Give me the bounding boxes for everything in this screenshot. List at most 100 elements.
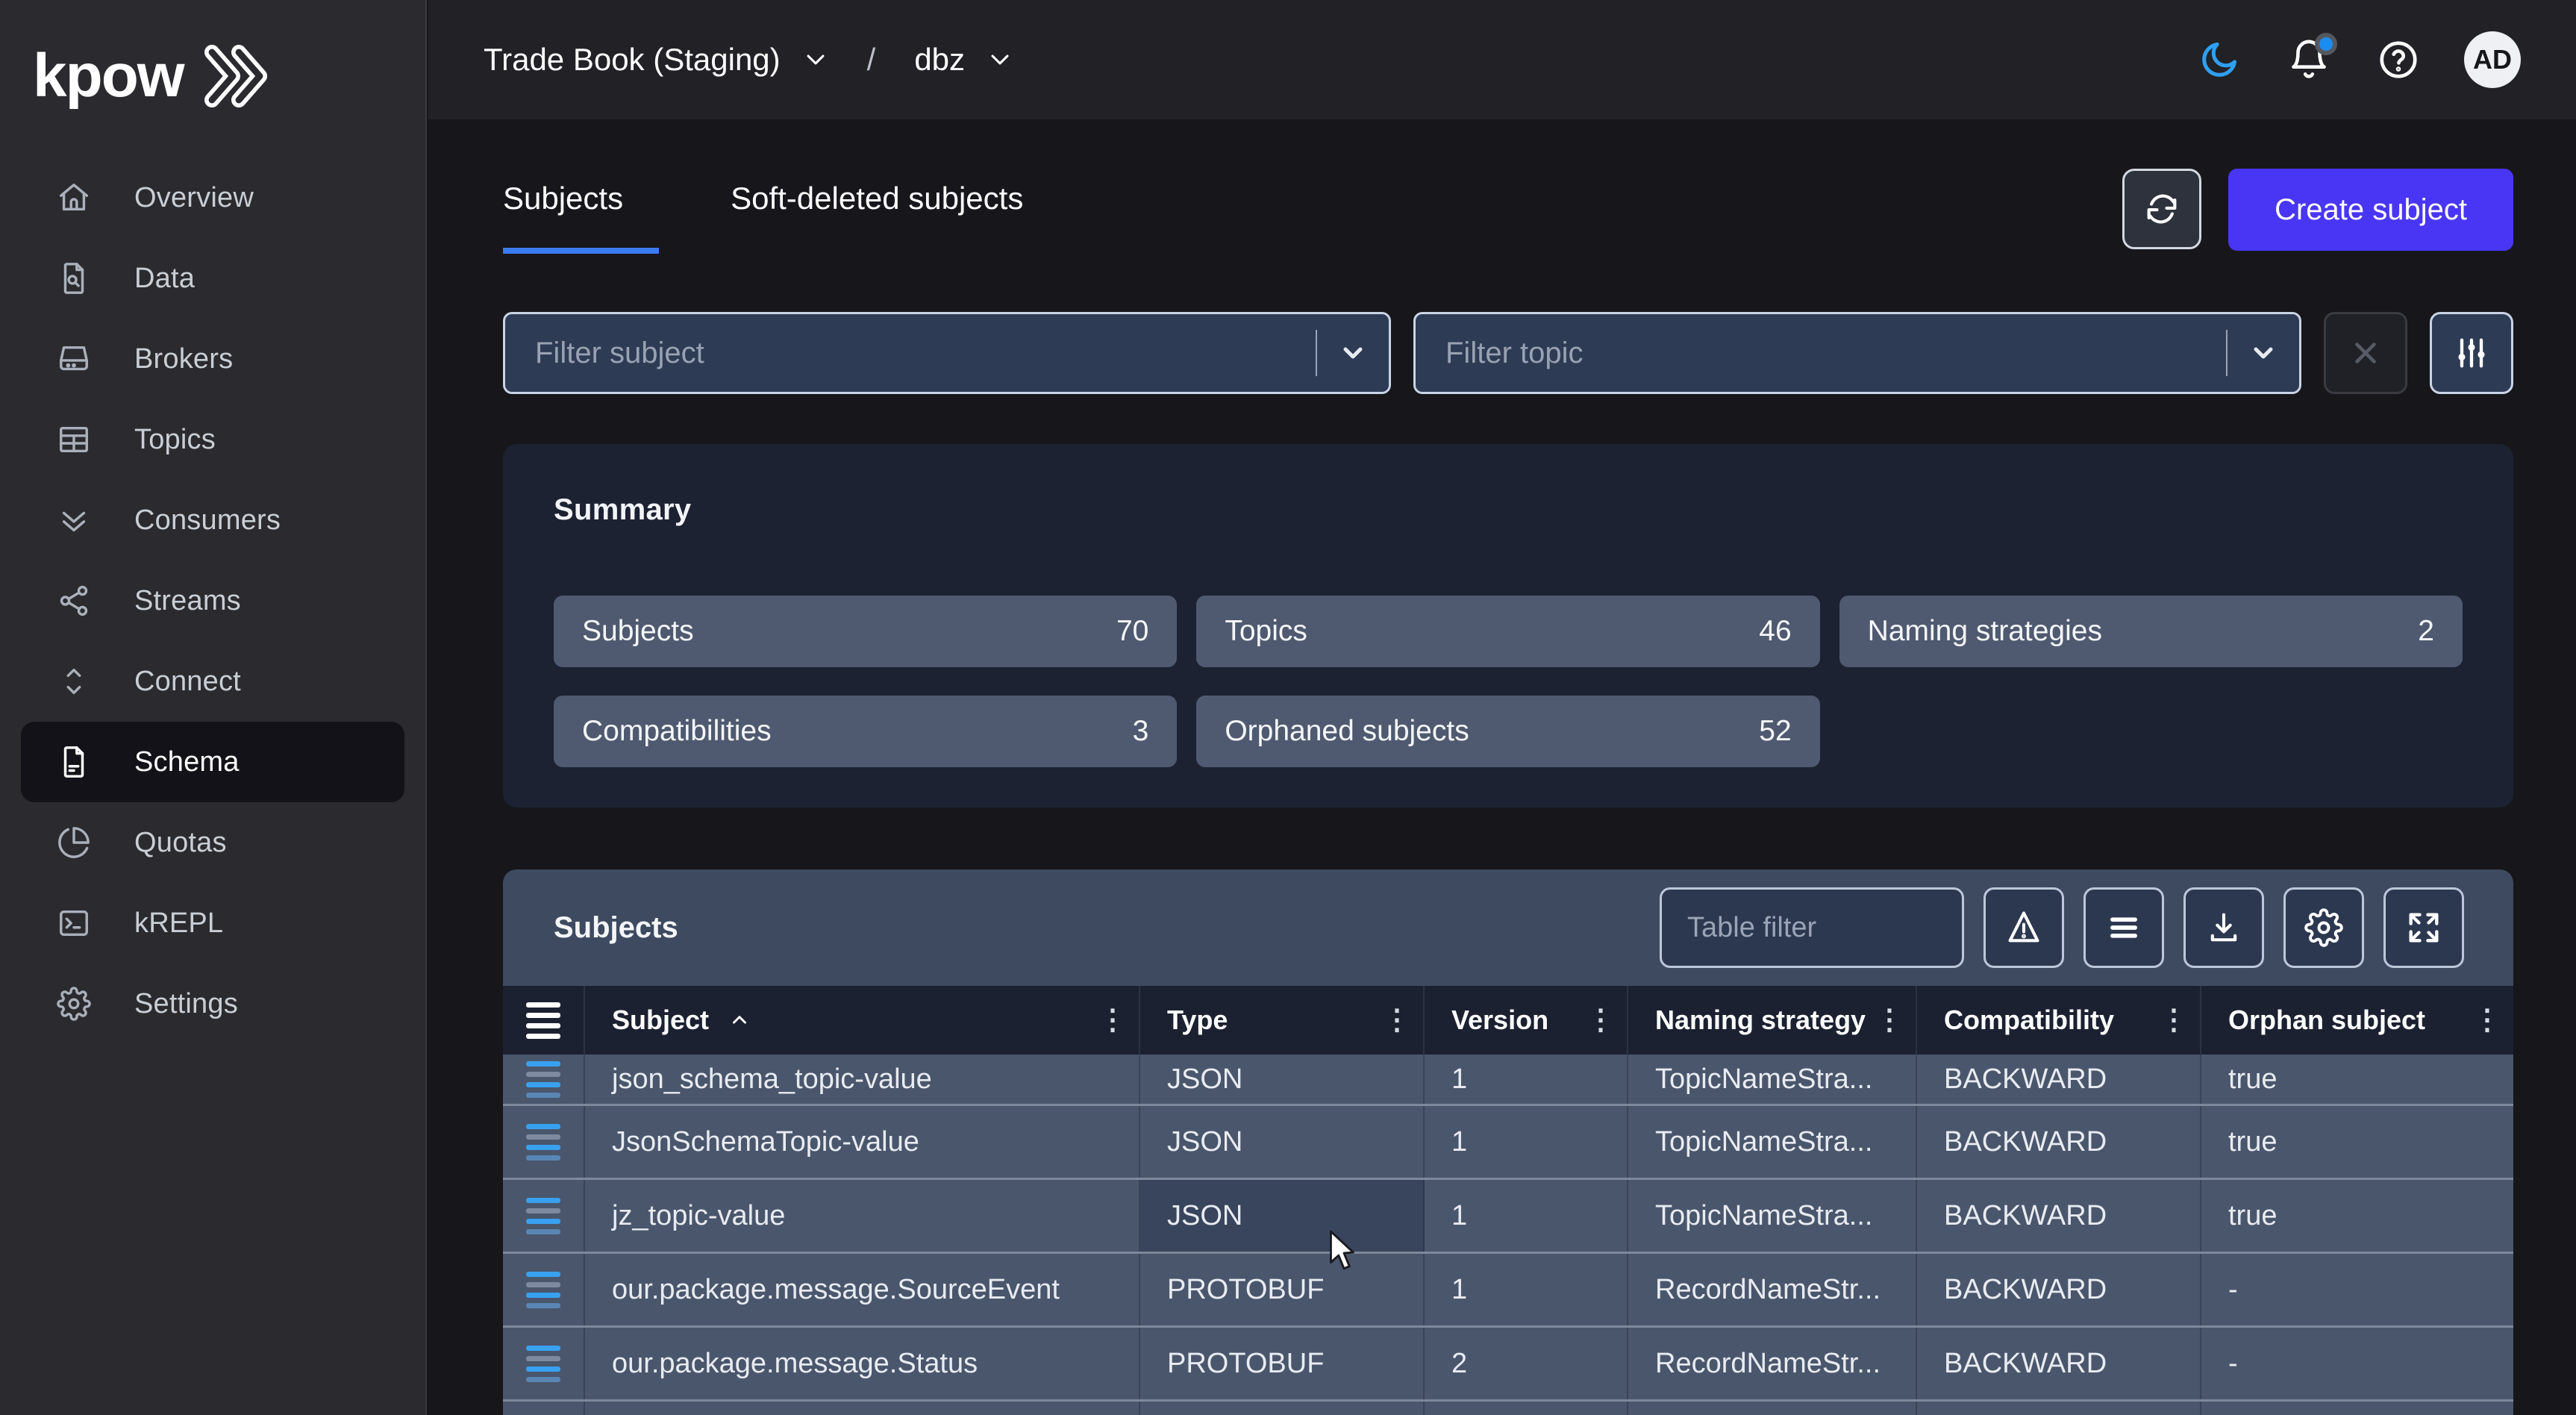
- cluster-selector[interactable]: dbz: [914, 42, 1013, 78]
- row-drag-handle[interactable]: [503, 1328, 585, 1399]
- kpow-logo[interactable]: kpow: [0, 0, 425, 113]
- column-menu-icon[interactable]: ⋮: [2473, 1006, 2501, 1034]
- hard-drive-icon: [57, 342, 91, 376]
- column-label: Compatibility: [1944, 1005, 2114, 1036]
- notifications-button[interactable]: [2285, 36, 2333, 84]
- table-row[interactable]: jz_topic-value JSON 1 TopicNameStra... B…: [503, 1180, 2513, 1254]
- table-body: json_schema_topic-value JSON 1 TopicName…: [503, 1055, 2513, 1415]
- sidebar-item-krepl[interactable]: kREPL: [21, 883, 404, 963]
- environment-selector[interactable]: Trade Book (Staging): [484, 42, 828, 78]
- cell-version: 1: [1425, 1180, 1628, 1252]
- topbar-actions: AD: [2195, 31, 2521, 88]
- table-columns-button[interactable]: [2083, 887, 2164, 968]
- sidebar-item-quotas[interactable]: Quotas: [21, 802, 404, 883]
- sidebar-item-consumers[interactable]: Consumers: [21, 480, 404, 560]
- sidebar-item-data[interactable]: Data: [21, 238, 404, 319]
- table-download-button[interactable]: [2183, 887, 2264, 968]
- column-header-naming-strategy[interactable]: Naming strategy ⋮: [1628, 986, 1917, 1055]
- row-drag-handle[interactable]: [503, 1254, 585, 1325]
- filter-topic-dropdown[interactable]: [2228, 338, 2299, 368]
- table-row[interactable]: our.package.message.Status PROTOBUF 2 Re…: [503, 1328, 2513, 1402]
- sidebar-item-settings[interactable]: Settings: [21, 963, 404, 1044]
- cell-orphan-subject: [2201, 1402, 2513, 1415]
- tab-subjects[interactable]: Subjects: [503, 169, 659, 254]
- sidebar-item-brokers[interactable]: Brokers: [21, 319, 404, 399]
- filter-subject-input[interactable]: [505, 314, 1316, 392]
- clear-filters-button[interactable]: [2324, 312, 2407, 394]
- avatar[interactable]: AD: [2464, 31, 2521, 88]
- filter-topic-input[interactable]: [1416, 314, 2226, 392]
- sidebar-item-streams[interactable]: Streams: [21, 560, 404, 641]
- notification-badge: [2315, 33, 2337, 55]
- grip-icon: [526, 1346, 560, 1382]
- sidebar-item-label: Connect: [134, 666, 241, 698]
- column-header-orphan-subject[interactable]: Orphan subject ⋮: [2201, 986, 2513, 1055]
- cell-orphan-subject: true: [2201, 1055, 2513, 1104]
- column-menu-icon[interactable]: ⋮: [1875, 1006, 1904, 1034]
- double-chevron-down-icon: [57, 503, 91, 537]
- cell-naming-strategy: RecordNameStr...: [1628, 1328, 1917, 1399]
- cell-compatibility: BACKWARD: [1917, 1055, 2201, 1104]
- row-drag-handle[interactable]: [503, 1055, 585, 1104]
- column-menu-icon[interactable]: ⋮: [1098, 1006, 1127, 1034]
- refresh-button[interactable]: [2122, 169, 2201, 249]
- sidebar-item-connect[interactable]: Connect: [21, 641, 404, 722]
- cluster-name: dbz: [914, 42, 965, 78]
- warning-icon: [2004, 908, 2043, 947]
- table-row[interactable]: our.package.message.SourceEvent PROTOBUF…: [503, 1254, 2513, 1328]
- tabs: Subjects Soft-deleted subjects: [503, 169, 1026, 254]
- stat-subjects: Subjects 70: [554, 596, 1177, 667]
- cell-orphan-subject: -: [2201, 1328, 2513, 1399]
- tab-soft-deleted-subjects[interactable]: Soft-deleted subjects: [731, 169, 1026, 254]
- column-header-subject[interactable]: Subject ⋮: [585, 986, 1140, 1055]
- column-menu-icon[interactable]: ⋮: [1586, 1006, 1615, 1034]
- grip-icon: [526, 1061, 560, 1098]
- cell-naming-strategy: [1628, 1402, 1917, 1415]
- dark-mode-toggle[interactable]: [2195, 36, 2243, 84]
- advanced-filters-button[interactable]: [2430, 312, 2513, 394]
- column-header-compatibility[interactable]: Compatibility ⋮: [1917, 986, 2201, 1055]
- table-filter-input[interactable]: [1660, 887, 1964, 968]
- chevron-down-icon: [803, 47, 828, 72]
- table-settings-button[interactable]: [2283, 887, 2364, 968]
- cell-compatibility: BACKWARD: [1917, 1328, 2201, 1399]
- row-drag-handle[interactable]: [503, 1106, 585, 1178]
- sidebar-item-overview[interactable]: Overview: [21, 157, 404, 238]
- table-drag-column-header[interactable]: [503, 986, 585, 1055]
- home-icon: [57, 181, 91, 215]
- sidebar-item-schema[interactable]: Schema: [21, 722, 404, 802]
- filter-subject-dropdown[interactable]: [1317, 338, 1389, 368]
- help-button[interactable]: [2375, 36, 2422, 84]
- chevron-down-icon: [1338, 338, 1368, 368]
- cell-naming-strategy: TopicNameStra...: [1628, 1055, 1917, 1104]
- grip-icon: [526, 1198, 560, 1234]
- create-subject-button[interactable]: Create subject: [2228, 169, 2513, 251]
- refresh-icon: [2142, 190, 2181, 228]
- table-warnings-button[interactable]: [1983, 887, 2064, 968]
- table-row-partial[interactable]: [503, 1402, 2513, 1415]
- column-menu-icon[interactable]: ⋮: [1383, 1006, 1411, 1034]
- cell-type: PROTOBUF: [1140, 1254, 1425, 1325]
- cell-naming-strategy: RecordNameStr...: [1628, 1254, 1917, 1325]
- column-header-version[interactable]: Version ⋮: [1425, 986, 1628, 1055]
- table-row[interactable]: json_schema_topic-value JSON 1 TopicName…: [503, 1055, 2513, 1106]
- grip-icon: [526, 1272, 560, 1308]
- table-fullscreen-button[interactable]: [2383, 887, 2464, 968]
- terminal-icon: [57, 906, 91, 940]
- column-menu-icon[interactable]: ⋮: [2160, 1006, 2188, 1034]
- subjects-table-panel: Subjects: [503, 869, 2513, 1415]
- cell-orphan-subject: -: [2201, 1254, 2513, 1325]
- sidebar-item-topics[interactable]: Topics: [21, 399, 404, 480]
- cell-naming-strategy: TopicNameStra...: [1628, 1180, 1917, 1252]
- stat-value: 3: [1133, 715, 1149, 748]
- breadcrumb: Trade Book (Staging) / dbz: [484, 42, 1013, 78]
- gear-icon: [2304, 908, 2343, 947]
- table-row[interactable]: JsonSchemaTopic-value JSON 1 TopicNameSt…: [503, 1106, 2513, 1180]
- row-drag-handle[interactable]: [503, 1180, 585, 1252]
- cell-compatibility: [1917, 1402, 2201, 1415]
- stat-value: 52: [1759, 715, 1791, 748]
- sort-ascending-icon: [728, 1009, 751, 1031]
- stat-label: Compatibilities: [582, 715, 772, 748]
- chevron-down-icon: [987, 47, 1013, 72]
- column-header-type[interactable]: Type ⋮: [1140, 986, 1425, 1055]
